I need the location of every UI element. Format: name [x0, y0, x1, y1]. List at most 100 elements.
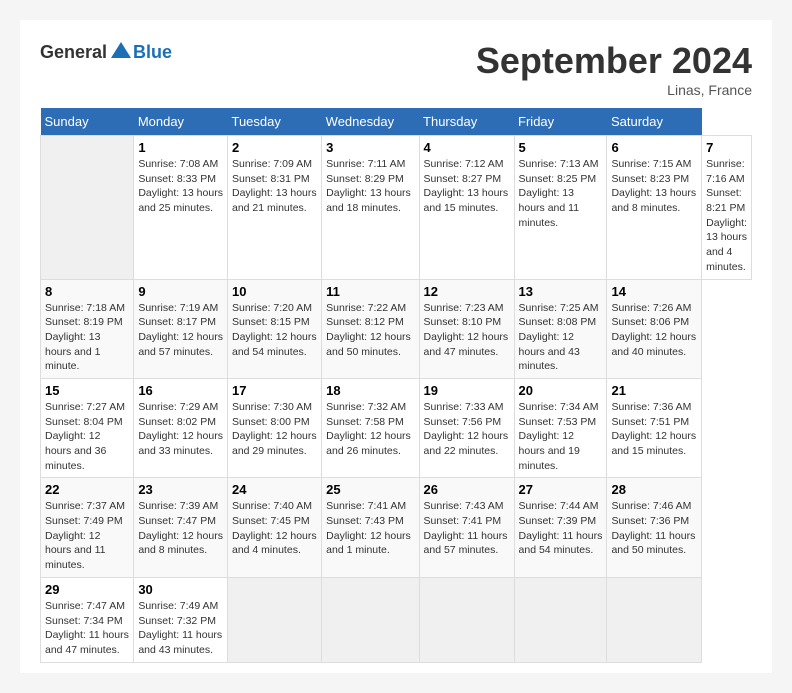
calendar-cell: 14 Sunrise: 7:26 AMSunset: 8:06 PMDayligh… [607, 279, 702, 378]
day-number: 4 [424, 140, 510, 155]
day-number: 24 [232, 482, 317, 497]
day-info: Sunrise: 7:20 AMSunset: 8:15 PMDaylight:… [232, 301, 317, 360]
day-info: Sunrise: 7:49 AMSunset: 7:32 PMDaylight:… [138, 599, 223, 658]
calendar-cell: 20Sunrise: 7:34 AMSunset: 7:53 PMDayligh… [514, 378, 607, 477]
calendar-table: SundayMondayTuesdayWednesdayThursdayFrid… [40, 108, 752, 663]
day-info: Sunrise: 7:15 AMSunset: 8:23 PMDaylight:… [611, 157, 697, 216]
day-info: Sunrise: 7:39 AMSunset: 7:47 PMDaylight:… [138, 499, 223, 558]
day-number: 14 [611, 284, 697, 299]
day-number: 3 [326, 140, 414, 155]
calendar-cell: 15Sunrise: 7:27 AMSunset: 8:04 PMDayligh… [41, 378, 134, 477]
day-number: 8 [45, 284, 129, 299]
day-info: Sunrise: 7:37 AMSunset: 7:49 PMDaylight:… [45, 499, 129, 572]
day-number: 1 [138, 140, 223, 155]
day-info: Sunrise: 7:22 AMSunset: 8:12 PMDaylight:… [326, 301, 414, 360]
calendar-cell [607, 577, 702, 662]
day-info: Sunrise: 7:30 AMSunset: 8:00 PMDaylight:… [232, 400, 317, 459]
day-number: 12 [424, 284, 510, 299]
day-number: 10 [232, 284, 317, 299]
calendar-cell: 28 Sunrise: 7:46 AMSunset: 7:36 PMDayligh… [607, 478, 702, 577]
day-number: 25 [326, 482, 414, 497]
day-number: 21 [611, 383, 697, 398]
day-number: 7 [706, 140, 747, 155]
calendar-cell: 24 Sunrise: 7:40 AMSunset: 7:45 PMDayligh… [227, 478, 321, 577]
calendar-cell: 16 Sunrise: 7:29 AMSunset: 8:02 PMDayligh… [134, 378, 228, 477]
day-number: 5 [519, 140, 603, 155]
calendar-cell [227, 577, 321, 662]
header-cell-wednesday: Wednesday [322, 108, 419, 136]
week-row-5: 29 Sunrise: 7:47 AMSunset: 7:34 PMDayligh… [41, 577, 752, 662]
day-number: 26 [424, 482, 510, 497]
calendar-cell [41, 136, 134, 280]
calendar-cell: 26 Sunrise: 7:43 AMSunset: 7:41 PMDayligh… [419, 478, 514, 577]
day-info: Sunrise: 7:27 AMSunset: 8:04 PMDaylight:… [45, 400, 129, 473]
day-info: Sunrise: 7:23 AMSunset: 8:10 PMDaylight:… [424, 301, 510, 360]
day-info: Sunrise: 7:44 AMSunset: 7:39 PMDaylight:… [519, 499, 603, 558]
day-info: Sunrise: 7:26 AMSunset: 8:06 PMDaylight:… [611, 301, 697, 360]
calendar-cell [514, 577, 607, 662]
calendar-cell: 30Sunrise: 7:49 AMSunset: 7:32 PMDayligh… [134, 577, 228, 662]
day-info: Sunrise: 7:16 AMSunset: 8:21 PMDaylight:… [706, 157, 747, 275]
header-cell-friday: Friday [514, 108, 607, 136]
day-number: 6 [611, 140, 697, 155]
header-cell-tuesday: Tuesday [227, 108, 321, 136]
day-info: Sunrise: 7:19 AMSunset: 8:17 PMDaylight:… [138, 301, 223, 360]
day-number: 13 [519, 284, 603, 299]
calendar-cell: 3 Sunrise: 7:11 AMSunset: 8:29 PMDaylight… [322, 136, 419, 280]
day-info: Sunrise: 7:25 AMSunset: 8:08 PMDaylight:… [519, 301, 603, 374]
location: Linas, France [476, 82, 752, 98]
month-title: September 2024 [476, 40, 752, 82]
day-info: Sunrise: 7:13 AMSunset: 8:25 PMDaylight:… [519, 157, 603, 230]
calendar-cell [419, 577, 514, 662]
day-number: 28 [611, 482, 697, 497]
calendar-page: General Blue September 2024 Linas, Franc… [20, 20, 772, 673]
calendar-cell: 2 Sunrise: 7:09 AMSunset: 8:31 PMDaylight… [227, 136, 321, 280]
day-number: 11 [326, 284, 414, 299]
day-info: Sunrise: 7:40 AMSunset: 7:45 PMDaylight:… [232, 499, 317, 558]
day-number: 27 [519, 482, 603, 497]
calendar-cell: 5 Sunrise: 7:13 AMSunset: 8:25 PMDaylight… [514, 136, 607, 280]
week-row-2: 8 Sunrise: 7:18 AMSunset: 8:19 PMDaylight… [41, 279, 752, 378]
day-info: Sunrise: 7:47 AMSunset: 7:34 PMDaylight:… [45, 599, 129, 658]
day-number: 20 [519, 383, 603, 398]
header: General Blue September 2024 Linas, Franc… [40, 40, 752, 98]
day-number: 22 [45, 482, 129, 497]
calendar-cell: 17 Sunrise: 7:30 AMSunset: 8:00 PMDayligh… [227, 378, 321, 477]
calendar-cell: 18Sunrise: 7:32 AMSunset: 7:58 PMDayligh… [322, 378, 419, 477]
day-info: Sunrise: 7:43 AMSunset: 7:41 PMDaylight:… [424, 499, 510, 558]
day-info: Sunrise: 7:11 AMSunset: 8:29 PMDaylight:… [326, 157, 414, 216]
calendar-cell: 29 Sunrise: 7:47 AMSunset: 7:34 PMDayligh… [41, 577, 134, 662]
header-row: SundayMondayTuesdayWednesdayThursdayFrid… [41, 108, 752, 136]
day-info: Sunrise: 7:08 AMSunset: 8:33 PMDaylight:… [138, 157, 223, 216]
day-info: Sunrise: 7:18 AMSunset: 8:19 PMDaylight:… [45, 301, 129, 374]
logo-general: General [40, 42, 107, 63]
calendar-cell: 8 Sunrise: 7:18 AMSunset: 8:19 PMDaylight… [41, 279, 134, 378]
title-block: September 2024 Linas, France [476, 40, 752, 98]
day-number: 17 [232, 383, 317, 398]
header-cell-saturday: Saturday [607, 108, 702, 136]
day-info: Sunrise: 7:46 AMSunset: 7:36 PMDaylight:… [611, 499, 697, 558]
logo: General Blue [40, 40, 172, 64]
header-cell-sunday: Sunday [41, 108, 134, 136]
calendar-cell: 9 Sunrise: 7:19 AMSunset: 8:17 PMDaylight… [134, 279, 228, 378]
calendar-cell: 7 Sunrise: 7:16 AMSunset: 8:21 PMDaylight… [702, 136, 752, 280]
day-info: Sunrise: 7:29 AMSunset: 8:02 PMDaylight:… [138, 400, 223, 459]
day-number: 19 [424, 383, 510, 398]
calendar-cell: 11 Sunrise: 7:22 AMSunset: 8:12 PMDayligh… [322, 279, 419, 378]
week-row-4: 22 Sunrise: 7:37 AMSunset: 7:49 PMDayligh… [41, 478, 752, 577]
calendar-cell: 23Sunrise: 7:39 AMSunset: 7:47 PMDayligh… [134, 478, 228, 577]
day-number: 2 [232, 140, 317, 155]
week-row-1: 1 Sunrise: 7:08 AMSunset: 8:33 PMDaylight… [41, 136, 752, 280]
calendar-cell: 6 Sunrise: 7:15 AMSunset: 8:23 PMDaylight… [607, 136, 702, 280]
calendar-cell: 19 Sunrise: 7:33 AMSunset: 7:56 PMDayligh… [419, 378, 514, 477]
day-info: Sunrise: 7:09 AMSunset: 8:31 PMDaylight:… [232, 157, 317, 216]
day-number: 16 [138, 383, 223, 398]
day-number: 29 [45, 582, 129, 597]
day-info: Sunrise: 7:33 AMSunset: 7:56 PMDaylight:… [424, 400, 510, 459]
calendar-cell: 25Sunrise: 7:41 AMSunset: 7:43 PMDayligh… [322, 478, 419, 577]
calendar-cell: 10 Sunrise: 7:20 AMSunset: 8:15 PMDayligh… [227, 279, 321, 378]
week-row-3: 15Sunrise: 7:27 AMSunset: 8:04 PMDayligh… [41, 378, 752, 477]
day-number: 9 [138, 284, 223, 299]
header-cell-monday: Monday [134, 108, 228, 136]
logo-blue: Blue [133, 42, 172, 63]
